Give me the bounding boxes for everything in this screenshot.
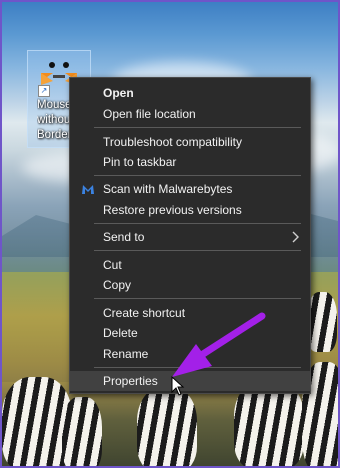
menu-item-label: Copy (103, 278, 132, 292)
menu-item-restore-previous-versions[interactable]: Restore previous versions (70, 200, 310, 220)
menu-separator (94, 298, 301, 299)
zebra (62, 397, 102, 466)
menu-item-label: Create shortcut (103, 306, 186, 320)
menu-separator (94, 223, 301, 224)
menu-item-label: Troubleshoot compatibility (103, 135, 242, 149)
menu-item-properties[interactable]: Properties (70, 371, 310, 391)
menu-separator (94, 250, 301, 251)
shortcut-arrow-icon: ↗ (38, 85, 50, 97)
context-menu: Open Open file location Troubleshoot com… (69, 77, 311, 394)
menu-item-label: Restore previous versions (103, 203, 242, 217)
menu-item-label: Scan with Malwarebytes (103, 182, 233, 196)
menu-separator (94, 127, 301, 128)
menu-item-label: Properties (103, 374, 158, 388)
menu-item-label: Rename (103, 347, 149, 361)
menu-item-scan-with-malwarebytes[interactable]: Scan with Malwarebytes (70, 179, 310, 199)
menu-item-label: Pin to taskbar (103, 155, 177, 169)
menu-item-open[interactable]: Open (70, 83, 310, 103)
menu-item-label: Cut (103, 258, 122, 272)
menu-item-label: Open (103, 86, 134, 100)
menu-item-troubleshoot-compatibility[interactable]: Troubleshoot compatibility (70, 132, 310, 152)
menu-item-label: Delete (103, 326, 138, 340)
menu-item-delete[interactable]: Delete (70, 323, 310, 343)
menu-item-label: Send to (103, 230, 145, 244)
menu-item-cut[interactable]: Cut (70, 255, 310, 275)
chevron-right-icon (292, 231, 299, 243)
menu-item-rename[interactable]: Rename (70, 344, 310, 364)
malwarebytes-icon (82, 185, 94, 194)
menu-separator (94, 367, 301, 368)
mouse-cursor-icon (171, 376, 185, 396)
zebra (137, 387, 197, 466)
menu-item-copy[interactable]: Copy (70, 275, 310, 295)
zebra (307, 292, 337, 352)
menu-separator (94, 175, 301, 176)
menu-item-label: Open file location (103, 107, 196, 121)
menu-item-pin-to-taskbar[interactable]: Pin to taskbar (70, 152, 310, 172)
menu-item-open-file-location[interactable]: Open file location (70, 104, 310, 124)
menu-item-create-shortcut[interactable]: Create shortcut (70, 303, 310, 323)
menu-item-send-to[interactable]: Send to (70, 227, 310, 247)
